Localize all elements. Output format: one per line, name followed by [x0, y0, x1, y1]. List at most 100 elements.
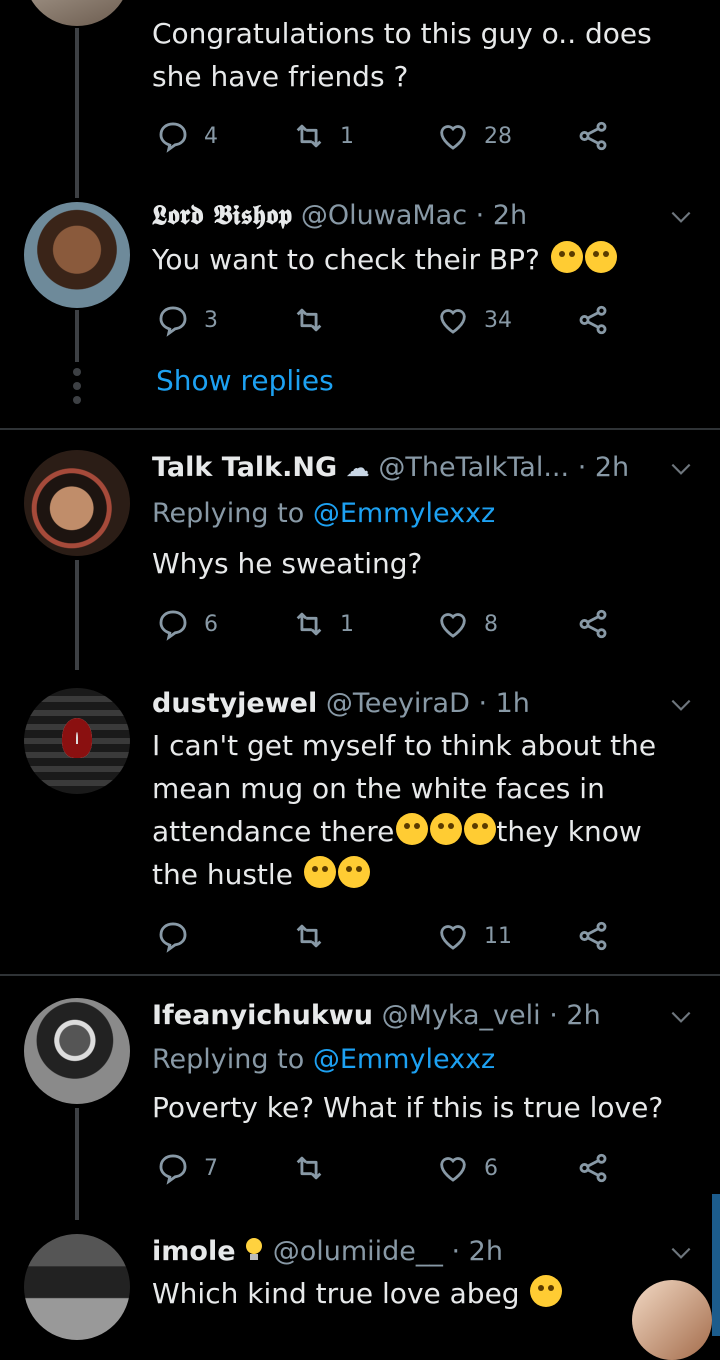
reply-button[interactable]: 7 — [156, 1148, 218, 1188]
share-icon — [576, 919, 610, 953]
avatar[interactable] — [24, 450, 130, 556]
display-name[interactable]: dustyjewel — [152, 688, 317, 719]
replying-mention[interactable]: @Emmylexxz — [313, 1044, 495, 1075]
laughing-emoji-icon — [550, 241, 583, 273]
retweet-count: 1 — [340, 123, 354, 149]
like-count: 11 — [484, 923, 512, 949]
tweet-talktalk[interactable]: Talk Talk.NG ☁ @TheTalkTal... · 2h Reply… — [0, 440, 720, 670]
reply-button[interactable]: 6 — [156, 604, 218, 644]
reply-icon — [156, 1151, 190, 1185]
reply-button[interactable] — [156, 916, 204, 956]
tears-of-joy-emoji-icon — [584, 241, 617, 273]
reply-button[interactable]: 3 — [156, 300, 218, 340]
lightbulb-icon — [246, 1238, 263, 1260]
tears-of-joy-emoji-icon — [530, 1275, 563, 1307]
tweet-text-content: Which kind true love abeg — [152, 1277, 520, 1310]
tweet-header: imole @olumiide__ · 2h — [152, 1230, 660, 1274]
avatar[interactable] — [24, 998, 130, 1104]
tweet-actions: 7 6 — [152, 1148, 622, 1188]
tweet-lord-bishop[interactable]: 𝕷𝖔𝖗𝖉 𝕭𝖎𝖘𝖍𝖔𝖕 @OluwaMac · 2h You want to c… — [0, 190, 720, 425]
like-button[interactable]: 34 — [436, 300, 512, 340]
share-button[interactable] — [576, 604, 624, 644]
reply-icon — [156, 919, 190, 953]
tweet-dustyjewel[interactable]: dustyjewel @TeeyiraD · 1h I can't get my… — [0, 680, 720, 970]
reply-button[interactable]: 4 — [156, 116, 218, 156]
retweet-button[interactable]: 1 — [292, 604, 354, 644]
share-button[interactable] — [576, 116, 624, 156]
tweet-actions: 6 1 8 — [152, 604, 622, 644]
retweet-icon — [292, 607, 326, 641]
avatar[interactable] — [24, 0, 130, 26]
reply-count: 6 — [204, 611, 218, 637]
like-button[interactable]: 11 — [436, 916, 512, 956]
tweet-text: Which kind true love abeg — [152, 1272, 692, 1315]
replying-to: Replying to @Emmylexxz — [152, 1038, 495, 1082]
like-icon — [436, 607, 470, 641]
retweet-button[interactable] — [292, 916, 340, 956]
dash-symbol-icon: ☁ — [345, 454, 370, 482]
replying-to: Replying to @Emmylexxz — [152, 492, 495, 536]
thread-line — [75, 1108, 79, 1220]
share-button[interactable] — [576, 916, 624, 956]
share-button[interactable] — [576, 1148, 624, 1188]
skull-icon — [62, 718, 92, 758]
reply-icon — [156, 607, 190, 641]
display-name[interactable]: imole — [152, 1236, 236, 1267]
display-name[interactable]: Talk Talk.NG — [152, 452, 337, 483]
divider — [0, 974, 720, 976]
tweet-congrats[interactable]: Congratulations to this guy o.. does she… — [0, 0, 720, 198]
retweet-icon — [292, 303, 326, 337]
share-icon — [576, 303, 610, 337]
avatar[interactable] — [24, 1234, 130, 1340]
tweet-ifeanyichukwu[interactable]: Ifeanyichukwu @Myka_veli · 2h Replying t… — [0, 990, 720, 1220]
chevron-down-icon[interactable] — [668, 1004, 694, 1030]
retweet-button[interactable] — [292, 1148, 340, 1188]
user-handle[interactable]: @TeeyiraD — [326, 688, 470, 719]
chevron-down-icon[interactable] — [668, 1240, 694, 1266]
floating-avatar[interactable] — [632, 1280, 712, 1360]
display-name[interactable]: Ifeanyichukwu — [152, 1000, 373, 1031]
tears-of-joy-emoji-icon — [464, 813, 497, 845]
user-handle[interactable]: @olumiide__ — [273, 1236, 443, 1267]
tweet-imole[interactable]: imole @olumiide__ · 2h Which kind true l… — [0, 1226, 720, 1340]
share-icon — [576, 119, 610, 153]
retweet-count: 1 — [340, 611, 354, 637]
replying-mention[interactable]: @Emmylexxz — [313, 498, 495, 529]
scrollbar[interactable] — [712, 1194, 720, 1336]
chevron-down-icon[interactable] — [668, 204, 694, 230]
timestamp: · 2h — [577, 452, 630, 483]
replying-prefix: Replying to — [152, 1044, 313, 1075]
share-icon — [576, 1151, 610, 1185]
tweet-actions: 3 34 — [152, 300, 622, 340]
retweet-button[interactable] — [292, 300, 340, 340]
tweet-actions: 4 1 28 — [152, 116, 622, 156]
user-handle[interactable]: @TheTalkTal... — [378, 452, 569, 483]
tweet-header: 𝕷𝖔𝖗𝖉 𝕭𝖎𝖘𝖍𝖔𝖕 @OluwaMac · 2h — [152, 194, 660, 238]
more-replies-dots — [73, 368, 81, 410]
retweet-button[interactable]: 1 — [292, 116, 354, 156]
tweet-text: Poverty ke? What if this is true love? — [152, 1091, 664, 1124]
reply-icon — [156, 303, 190, 337]
user-handle[interactable]: @Myka_veli — [382, 1000, 541, 1031]
like-count: 34 — [484, 307, 512, 333]
timestamp: · 2h — [475, 200, 528, 231]
like-button[interactable]: 6 — [436, 1148, 498, 1188]
display-name[interactable]: 𝕷𝖔𝖗𝖉 𝕭𝖎𝖘𝖍𝖔𝖕 — [152, 200, 292, 231]
user-handle[interactable]: @OluwaMac — [301, 200, 467, 231]
replying-prefix: Replying to — [152, 498, 313, 529]
chevron-down-icon[interactable] — [668, 456, 694, 482]
like-count: 8 — [484, 611, 498, 637]
avatar[interactable] — [24, 688, 130, 794]
avatar[interactable] — [24, 202, 130, 308]
like-count: 6 — [484, 1155, 498, 1181]
tweet-header: Talk Talk.NG ☁ @TheTalkTal... · 2h — [152, 446, 660, 490]
share-button[interactable] — [576, 300, 624, 340]
show-replies-link[interactable]: Show replies — [156, 364, 334, 397]
chevron-down-icon[interactable] — [668, 692, 694, 718]
like-button[interactable]: 8 — [436, 604, 498, 644]
thread-line — [75, 310, 79, 362]
like-icon — [436, 119, 470, 153]
tears-of-joy-emoji-icon — [430, 813, 463, 845]
retweet-icon — [292, 1151, 326, 1185]
like-button[interactable]: 28 — [436, 116, 512, 156]
